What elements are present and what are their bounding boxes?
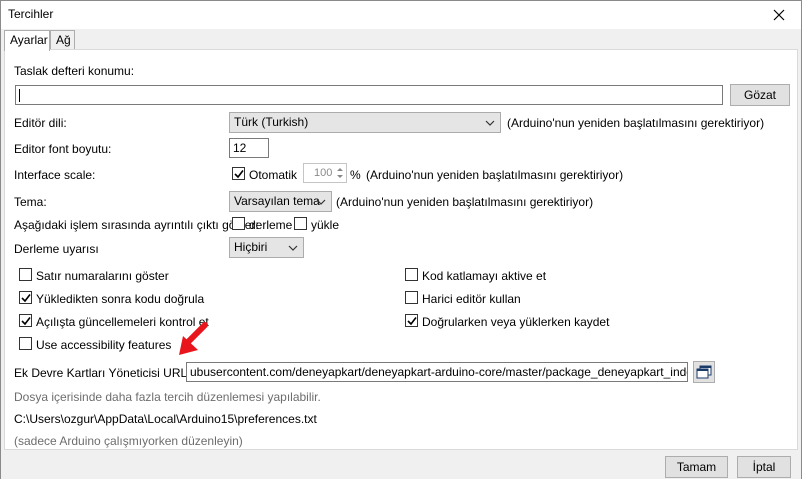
check-updates-checkbox[interactable] <box>19 314 32 327</box>
chevron-down-icon <box>288 245 298 251</box>
code-folding-label: Kod katlamayı aktive et <box>422 269 547 283</box>
save-on-verify-label: Doğrularken veya yüklerken kaydet <box>422 315 610 329</box>
close-button[interactable] <box>757 1 801 29</box>
tab-network[interactable]: Ağ <box>50 30 75 50</box>
editor-language-value: Türk (Turkish) <box>234 115 309 129</box>
sketchbook-label: Taslak defteri konumu: <box>14 64 135 78</box>
ok-button[interactable]: Tamam <box>665 456 728 478</box>
interface-scale-label: Interface scale: <box>14 168 96 182</box>
title-bar[interactable]: Tercihler <box>1 1 801 29</box>
more-prefs-note: Dosya içerisinde daha fazla tercih düzen… <box>14 390 321 404</box>
verify-after-upload-label: Yükledikten sonra kodu doğrula <box>36 292 205 306</box>
font-size-label: Editor font boyutu: <box>14 142 112 156</box>
sketchbook-path-input[interactable] <box>15 85 723 105</box>
text-cursor <box>19 89 20 103</box>
browse-button-label: Gözat <box>743 88 776 102</box>
verbose-compile-label: derleme <box>249 218 293 232</box>
theme-note: (Arduino'nun yeniden başlatılmasını gere… <box>336 195 594 209</box>
tab-settings[interactable]: Ayarlar <box>4 30 50 51</box>
font-size-input[interactable]: 12 <box>229 138 269 158</box>
settings-panel: Taslak defteri konumu: Gözat Editör dili… <box>4 49 798 450</box>
external-editor-label: Harici editör kullan <box>422 292 521 306</box>
window-list-icon <box>696 365 712 379</box>
scale-unit: % <box>350 168 361 182</box>
show-line-numbers-checkbox[interactable] <box>19 268 32 281</box>
auto-scale-checkbox[interactable] <box>232 167 245 180</box>
board-urls-label: Ek Devre Kartları Yöneticisi URL'leri: <box>14 366 209 380</box>
board-urls-input[interactable]: ubusercontent.com/deneyapkart/deneyapkar… <box>186 362 688 382</box>
font-size-value: 12 <box>233 141 247 155</box>
spinner-arrows-icon <box>337 168 343 178</box>
preferences-window: Tercihler Ayarlar Ağ Taslak defteri konu… <box>0 0 802 479</box>
editor-language-label: Editör dili: <box>14 116 67 130</box>
scale-spinner[interactable]: 100 <box>303 163 347 183</box>
theme-label: Tema: <box>14 195 47 209</box>
external-editor-checkbox[interactable] <box>405 291 418 304</box>
checkmark-icon <box>234 170 244 179</box>
window-title: Tercihler <box>8 7 54 21</box>
compiler-warnings-label: Derleme uyarısı <box>14 242 99 256</box>
verify-after-upload-checkbox[interactable] <box>19 291 32 304</box>
theme-select[interactable]: Varsayılan tema <box>229 191 332 212</box>
chevron-down-icon <box>485 120 495 126</box>
board-urls-edit-button[interactable] <box>693 361 715 383</box>
prefs-path: C:\Users\ozgur\AppData\Local\Arduino15\p… <box>14 412 317 426</box>
editor-language-note: (Arduino'nun yeniden başlatılmasını gere… <box>507 116 765 130</box>
cancel-button[interactable]: İptal <box>737 456 791 478</box>
verbose-upload-label: yükle <box>311 218 340 232</box>
ok-button-label: Tamam <box>676 460 717 474</box>
interface-scale-note: (Arduino'nun yeniden başlatılmasını gere… <box>366 168 624 182</box>
browse-button[interactable]: Gözat <box>730 84 790 106</box>
cancel-button-label: İptal <box>752 460 776 474</box>
dialog-footer: Tamam İptal <box>1 451 801 479</box>
theme-value: Varsayılan tema <box>234 194 320 208</box>
accessibility-label: Use accessibility features <box>36 338 172 352</box>
checkmark-icon <box>21 317 31 326</box>
auto-scale-label: Otomatik <box>249 168 298 182</box>
tab-network-label: Ağ <box>56 33 71 47</box>
compiler-warnings-value: Hiçbiri <box>234 240 268 254</box>
accessibility-checkbox[interactable] <box>19 337 32 350</box>
compiler-warnings-select[interactable]: Hiçbiri <box>229 237 304 258</box>
code-folding-checkbox[interactable] <box>405 268 418 281</box>
save-on-verify-checkbox[interactable] <box>405 314 418 327</box>
tab-settings-label: Ayarlar <box>10 33 48 47</box>
scale-value: 100 <box>314 167 333 179</box>
edit-note: (sadece Arduino çalışmıyorken düzenleyin… <box>14 434 243 448</box>
checkmark-icon <box>21 294 31 303</box>
board-urls-value: ubusercontent.com/deneyapkart/deneyapkar… <box>190 365 688 379</box>
verbose-output-label: Aşağıdaki işlem sırasında ayrıntılı çıkt… <box>14 218 259 232</box>
checkmark-icon <box>407 317 417 326</box>
annotation-arrow-icon <box>179 322 208 355</box>
chevron-down-icon <box>316 199 326 205</box>
close-icon <box>773 9 785 21</box>
verbose-compile-checkbox[interactable] <box>232 217 245 230</box>
editor-language-select[interactable]: Türk (Turkish) <box>229 112 501 133</box>
show-line-numbers-label: Satır numaralarını göster <box>36 269 169 283</box>
verbose-upload-checkbox[interactable] <box>294 217 307 230</box>
